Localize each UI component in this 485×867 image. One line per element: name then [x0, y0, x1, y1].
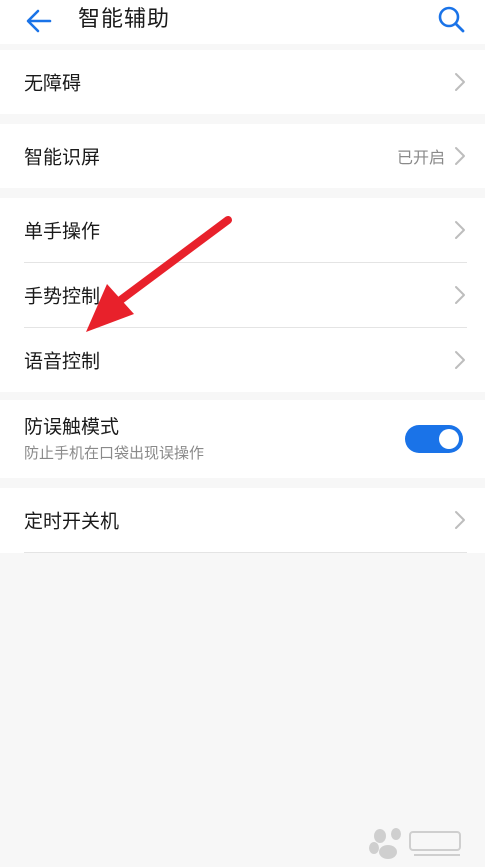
chevron-right-icon: [455, 147, 465, 165]
list-item-one-hand[interactable]: 单手操作: [24, 198, 467, 263]
title-bar: 智能辅助: [0, 0, 485, 44]
list-item-accessibility[interactable]: 无障碍: [24, 50, 467, 114]
chevron-right-icon: [455, 221, 465, 239]
list-item-label: 智能识屏: [24, 146, 101, 169]
section-controls: 单手操作 手势控制 语音控制: [0, 198, 485, 392]
search-icon[interactable]: [436, 4, 466, 34]
list-item-label: 单手操作: [24, 220, 101, 243]
mistouch-toggle[interactable]: [405, 425, 463, 453]
page-title: 智能辅助: [78, 7, 171, 32]
list-item-scheduled-power[interactable]: 定时开关机: [24, 488, 467, 553]
section-scheduled-power: 定时开关机: [0, 488, 485, 553]
list-item-gesture-control[interactable]: 手势控制: [24, 263, 467, 328]
list-item-label: 无障碍: [24, 72, 82, 95]
list-item-voice-control[interactable]: 语音控制: [24, 328, 467, 392]
arrow-left-icon[interactable]: [24, 6, 54, 36]
list-item-label: 定时开关机: [24, 510, 120, 533]
list-item-mistouch-mode[interactable]: 防误触模式 防止手机在口袋出现误操作: [24, 400, 463, 478]
chevron-right-icon: [455, 351, 465, 369]
chevron-right-icon: [455, 511, 465, 529]
section-smart-screen: 智能识屏 已开启: [0, 124, 485, 188]
chevron-right-icon: [455, 286, 465, 304]
list-item-label: 防误触模式: [24, 416, 120, 438]
list-item-label: 手势控制: [24, 285, 101, 308]
baidu-watermark-logo: [369, 828, 461, 859]
list-item-subtitle: 防止手机在口袋出现误操作: [24, 444, 205, 462]
section-accessibility: 无障碍: [0, 50, 485, 114]
status-value: 已开启: [396, 148, 445, 167]
list-item-smart-screen[interactable]: 智能识屏 已开启: [24, 124, 467, 188]
section-mistouch: 防误触模式 防止手机在口袋出现误操作: [0, 400, 485, 478]
toggle-knob: [439, 429, 459, 449]
list-item-label: 语音控制: [24, 350, 101, 373]
chevron-right-icon: [455, 73, 465, 91]
